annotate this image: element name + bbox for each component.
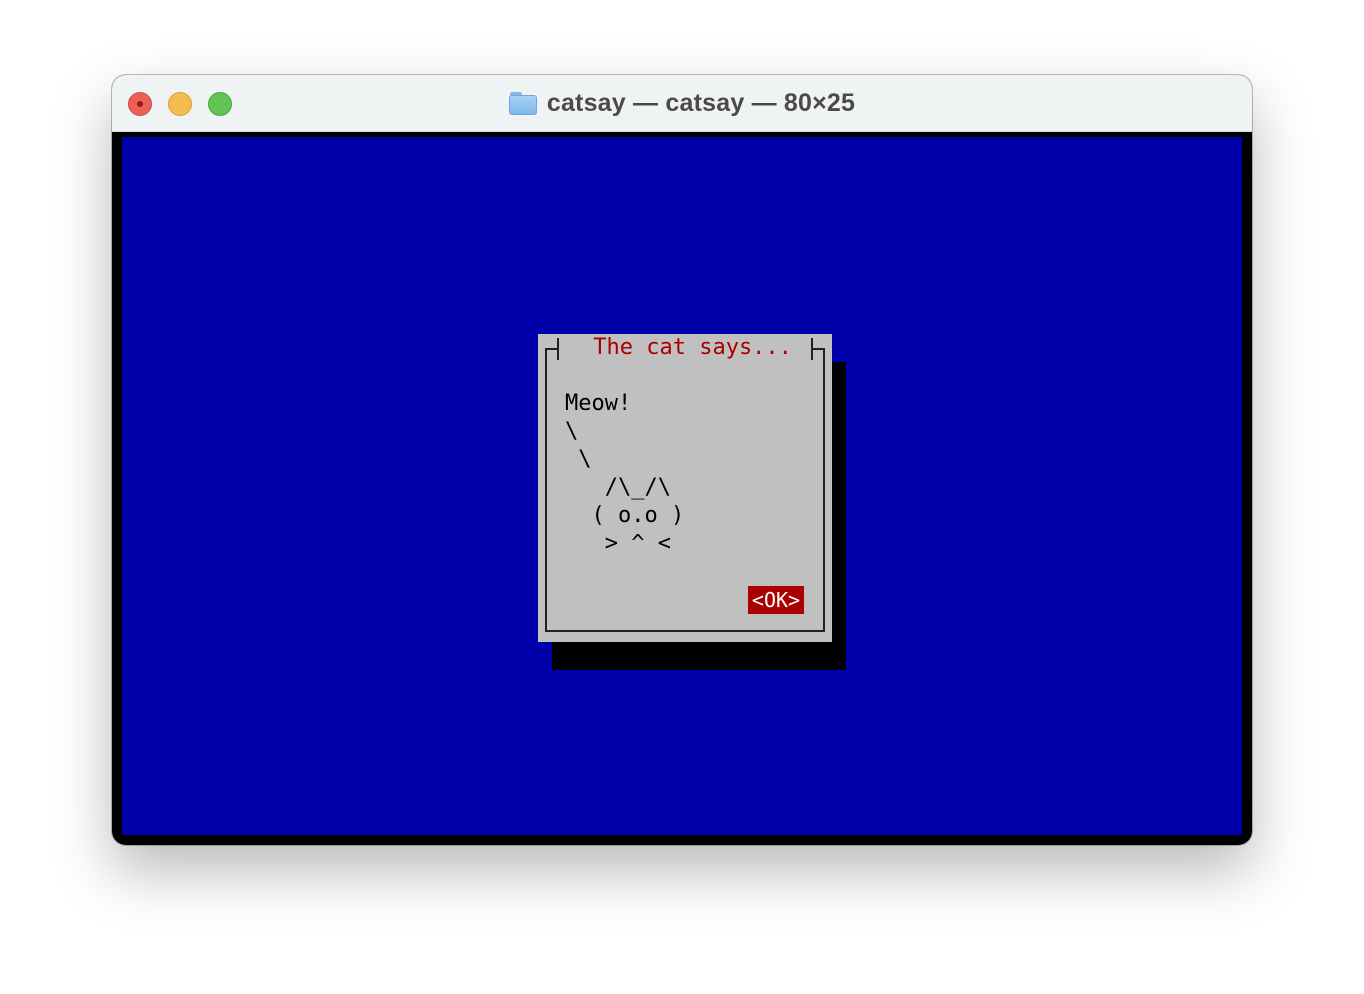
cat-art-ears: /\_/\ [565, 475, 671, 500]
terminal-screen[interactable]: The cat says... Meow! \ \ /\_/\ ( o.o ) … [122, 137, 1242, 835]
message-line: Meow! [565, 391, 632, 416]
message-line: \ [565, 419, 579, 444]
folder-icon [508, 91, 537, 115]
terminal-window: catsay — catsay — 80×25 The cat says... … [112, 75, 1252, 845]
message-dialog: The cat says... Meow! \ \ /\_/\ ( o.o ) … [538, 334, 832, 642]
message-line: \ [565, 447, 592, 472]
dialog-message: Meow! \ \ /\_/\ ( o.o ) > ^ < [565, 390, 684, 558]
dialog-title: The cat says... [580, 335, 806, 360]
dialog-border-title-right-tick [811, 338, 813, 360]
cat-art-whiskers: > ^ < [565, 531, 671, 556]
ok-button[interactable]: <OK> [748, 586, 804, 614]
dialog-border-title-left-tick [557, 338, 559, 360]
cat-art-face: ( o.o ) [565, 503, 685, 528]
window-title-group: catsay — catsay — 80×25 [112, 75, 1252, 131]
window-title: catsay — catsay — 80×25 [546, 88, 856, 117]
title-bar[interactable]: catsay — catsay — 80×25 [112, 75, 1252, 132]
dialog-border-top-right [811, 348, 825, 350]
